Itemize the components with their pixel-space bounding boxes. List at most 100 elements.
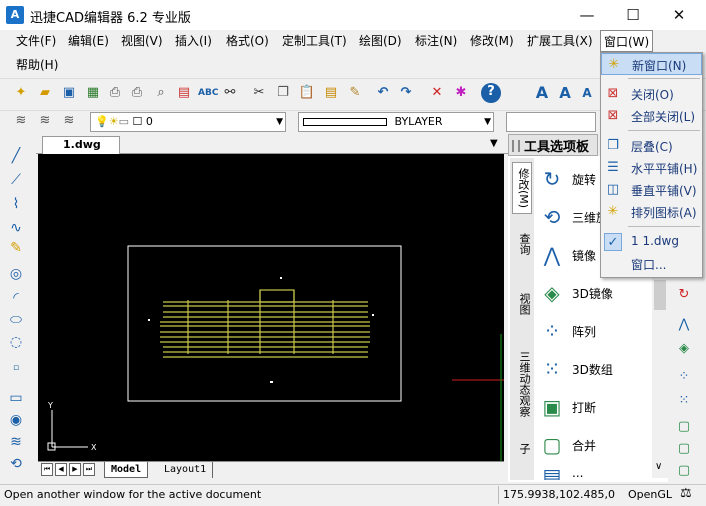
scroll-thumb[interactable]	[654, 280, 666, 310]
polyline-icon[interactable]: ⌇	[6, 194, 26, 214]
linetype-select[interactable]: BYLAYER ▼	[298, 112, 494, 132]
mirror-3d-side-icon[interactable]: ◈	[675, 340, 693, 358]
helix-icon[interactable]: ≋	[6, 432, 26, 452]
help-icon[interactable]: ?	[481, 83, 501, 103]
tool-3d-array[interactable]: ⁙ 3D数组	[536, 352, 656, 386]
tab-3d-orbit[interactable]: 三维动态观察	[512, 344, 532, 424]
tab-model[interactable]: Model	[104, 462, 149, 478]
menu-item-close-all[interactable]: ⊠ 全部关闭(L)	[601, 105, 702, 127]
save-icon[interactable]: ▣	[60, 84, 78, 102]
close-button[interactable]: ✕	[656, 0, 702, 30]
menu-item-arrange-icons[interactable]: ✳ 排列图标(A)	[601, 201, 702, 223]
tool-more[interactable]: ▤ ...	[536, 466, 656, 480]
menu-edit[interactable]: 编辑(E)	[65, 30, 112, 52]
tool-join[interactable]: ▢ 合并	[536, 428, 656, 462]
print-icon[interactable]: ⎙	[106, 84, 124, 102]
copy-icon[interactable]: ❐	[274, 84, 292, 102]
arc-icon[interactable]: ◜	[6, 288, 26, 308]
document-tab[interactable]: 1.dwg ✕	[42, 136, 120, 167]
paste-icon[interactable]: 📋	[298, 84, 316, 102]
annotation-scale-icon[interactable]: ⚖	[680, 486, 692, 501]
menu-item-tile-horizontal[interactable]: ☰ 水平平铺(H)	[601, 157, 702, 179]
array-side-icon[interactable]: ⁘	[675, 368, 693, 386]
next-tab-icon[interactable]: ▶	[69, 463, 81, 476]
tool-array[interactable]: ⁘ 阵列	[536, 314, 656, 348]
tab-more[interactable]: 子	[512, 436, 532, 460]
chamfer-side-icon[interactable]: ▢	[675, 462, 693, 480]
layer-manager-icon[interactable]: ≋	[12, 112, 30, 130]
menu-item-cascade[interactable]: ❐ 层叠(C)	[601, 135, 702, 157]
tab-modify[interactable]: 修改(M)	[512, 162, 532, 214]
prev-tab-icon[interactable]: ◀	[55, 463, 67, 476]
print-preview-icon[interactable]: ⌕	[152, 84, 170, 102]
match-properties-icon[interactable]: ✎	[346, 84, 364, 102]
lineweight-select[interactable]	[506, 112, 596, 132]
redo-icon[interactable]: ↷	[397, 84, 415, 102]
ray-icon[interactable]: ⟋	[6, 170, 26, 190]
layer-state-icon[interactable]: ≋	[36, 112, 54, 130]
scroll-down-icon[interactable]: ∨	[655, 461, 662, 472]
join-side-icon[interactable]: ▢	[675, 440, 693, 458]
plot-icon[interactable]: ⎙	[128, 84, 146, 102]
open-folder-icon[interactable]: ▰	[36, 84, 54, 102]
menu-draw[interactable]: 绘图(D)	[356, 30, 405, 52]
drawing-canvas[interactable]: Y X	[38, 154, 504, 461]
paste-special-icon[interactable]: ▤	[322, 84, 340, 102]
save-as-icon[interactable]: ▦	[84, 84, 102, 102]
layer-previous-icon[interactable]: ≋	[60, 112, 78, 130]
menu-window[interactable]: 窗口(W)	[600, 30, 654, 52]
tab-layout1[interactable]: Layout1	[158, 462, 214, 478]
menu-format[interactable]: 格式(O)	[223, 30, 272, 52]
region-icon[interactable]: ◉	[6, 410, 26, 430]
tab-view[interactable]: 视图	[512, 286, 532, 322]
menu-file[interactable]: 文件(F)	[13, 30, 59, 52]
menu-custom-tools[interactable]: 定制工具(T)	[279, 30, 350, 52]
ellipse-arc-icon[interactable]: ◌	[6, 332, 26, 352]
menu-modify[interactable]: 修改(M)	[467, 30, 517, 52]
text-style-icon[interactable]: A	[533, 84, 551, 102]
rectangle-icon[interactable]: ▭	[6, 388, 26, 408]
menu-dimension[interactable]: 标注(N)	[412, 30, 460, 52]
tool-3d-mirror[interactable]: ◈ 3D镜像	[536, 276, 656, 310]
maximize-button[interactable]: ☐	[610, 0, 656, 30]
palette-grip-icon[interactable]	[512, 140, 520, 152]
rotate-side-icon[interactable]: ↻	[675, 286, 693, 304]
spell-check-icon[interactable]: ABC	[198, 84, 218, 102]
tool-break[interactable]: ▣ 打断	[536, 390, 656, 424]
refresh-icon[interactable]: ⟲	[6, 454, 26, 474]
render-mode[interactable]: OpenGL	[628, 488, 672, 501]
first-tab-icon[interactable]: ⏮	[41, 463, 53, 476]
ellipse-icon[interactable]: ⬭	[6, 310, 26, 330]
cut-icon[interactable]: ✂	[250, 84, 268, 102]
menu-item-document-1[interactable]: ✓ 1 1.dwg	[601, 231, 702, 253]
menu-insert[interactable]: 插入(I)	[172, 30, 215, 52]
multiline-text-icon[interactable]: A	[556, 84, 574, 102]
minimize-button[interactable]: —	[564, 0, 610, 30]
menu-item-windows[interactable]: 窗口...	[601, 253, 702, 275]
menu-item-tile-vertical[interactable]: ◫ 垂直平铺(V)	[601, 179, 702, 201]
publish-icon[interactable]: ▤	[175, 84, 193, 102]
point-icon[interactable]: ▫	[6, 358, 26, 378]
menu-extensions[interactable]: 扩展工具(X)	[524, 30, 596, 52]
menu-view[interactable]: 视图(V)	[118, 30, 166, 52]
array-3d-side-icon[interactable]: ⁙	[675, 392, 693, 410]
erase-icon[interactable]: ✕	[428, 84, 446, 102]
undo-icon[interactable]: ↶	[374, 84, 392, 102]
tab-list-icon[interactable]: ▼	[490, 138, 498, 149]
tab-query[interactable]: 查询	[512, 226, 532, 262]
find-icon[interactable]: ⚯	[221, 84, 239, 102]
menu-item-new-window[interactable]: ✳ 新窗口(N)	[601, 53, 702, 75]
menu-help[interactable]: 帮助(H)	[13, 54, 61, 76]
circle-icon[interactable]: ◎	[6, 264, 26, 284]
menu-item-close[interactable]: ⊠ 关闭(O)	[601, 83, 702, 105]
last-tab-icon[interactable]: ⏭	[83, 463, 95, 476]
sketch-icon[interactable]: ✎	[6, 238, 26, 258]
layer-select[interactable]: 💡☀▭ ☐ 0 ▼	[90, 112, 286, 132]
purge-icon[interactable]: ✱	[452, 84, 470, 102]
text-edit-icon[interactable]: A	[578, 84, 596, 102]
new-file-icon[interactable]: ✦	[12, 84, 30, 102]
line-icon[interactable]: ╱	[6, 146, 26, 166]
break-side-icon[interactable]: ▢	[675, 418, 693, 436]
mirror-side-icon[interactable]: ⋀	[675, 316, 693, 334]
spline-icon[interactable]: ∿	[6, 218, 26, 238]
